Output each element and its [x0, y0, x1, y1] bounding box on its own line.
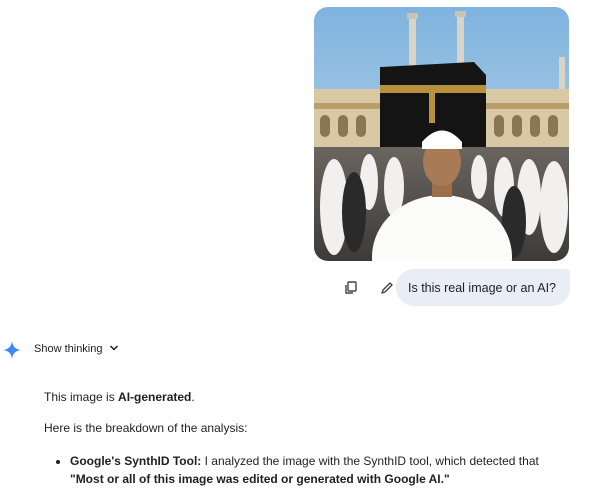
verdict-prefix: This image is [44, 390, 119, 404]
copy-icon[interactable] [339, 276, 363, 300]
verdict-suffix: . [191, 390, 195, 404]
uploaded-photo[interactable] [314, 7, 569, 261]
user-question-text: Is this real image or an AI? [408, 280, 556, 295]
chevron-down-icon [109, 343, 119, 356]
breakdown-intro: Here is the breakdown of the analysis: [44, 421, 248, 436]
list-item: Google's SynthID Tool: I analyzed the im… [70, 452, 564, 488]
show-thinking-toggle[interactable]: Show thinking [34, 338, 119, 360]
gemini-sparkle-icon [3, 341, 21, 359]
list-item-quote: "Most or all of this image was edited or… [70, 471, 450, 486]
list-item-text: I analyzed the image with the SynthID to… [201, 453, 539, 468]
show-thinking-label: Show thinking [34, 343, 103, 355]
analysis-list: Google's SynthID Tool: I analyzed the im… [44, 452, 564, 488]
list-item-title: Google's SynthID Tool: [70, 453, 202, 468]
verdict-line: This image is AI-generated. [44, 389, 564, 406]
assistant-response: This image is AI-generated. Here is the … [44, 389, 564, 488]
verdict-bold: AI-generated [118, 390, 192, 404]
message-actions [339, 276, 399, 300]
user-question-bubble: Is this real image or an AI? [396, 269, 570, 306]
